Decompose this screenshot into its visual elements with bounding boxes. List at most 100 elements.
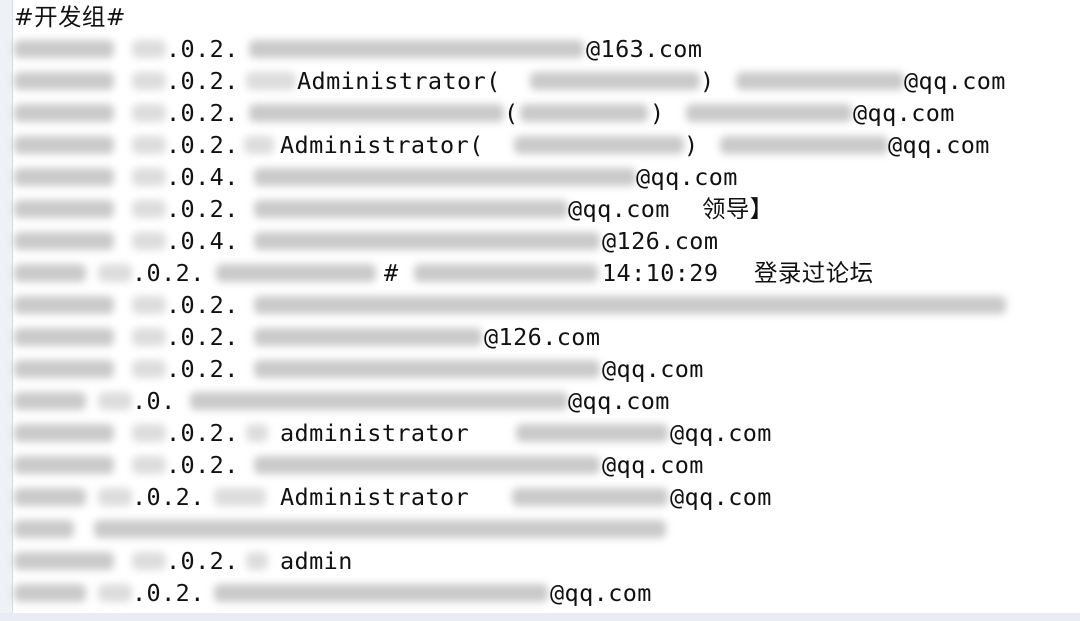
email-domain: @qq.com	[888, 131, 990, 159]
line-gutter	[0, 0, 13, 621]
redacted-ip-prefix	[132, 552, 166, 570]
redacted-ip-prefix	[132, 200, 166, 218]
redacted-content	[254, 296, 1006, 314]
redacted-ip-prefix	[132, 136, 166, 154]
ip-fragment: .0.2.	[166, 67, 239, 95]
redacted-alias	[514, 136, 684, 154]
redacted-user	[190, 392, 568, 410]
redacted-user	[214, 584, 548, 602]
redacted-ip-prefix	[98, 264, 132, 282]
redacted-name	[14, 264, 86, 282]
redacted-name	[14, 328, 114, 346]
redacted-name	[14, 584, 86, 602]
ip-fragment: .0.2.	[166, 195, 239, 223]
email-domain: @163.com	[586, 35, 703, 63]
email-domain: @126.com	[484, 323, 601, 351]
redacted-ip-prefix	[98, 392, 132, 410]
redacted-ip-prefix	[132, 232, 166, 250]
redacted-name	[14, 104, 114, 122]
redacted-user	[216, 264, 376, 282]
hash-marker: #	[384, 259, 399, 287]
redacted-ip-prefix	[132, 104, 166, 122]
user-text: Administrator(	[280, 131, 484, 159]
note-text: 登录过论坛	[754, 259, 874, 287]
redacted-ip-suffix	[244, 136, 274, 154]
ip-fragment: .0.2.	[166, 35, 239, 63]
redacted-email-user	[516, 424, 668, 442]
redacted-user	[254, 456, 600, 474]
redacted-email-user	[686, 104, 852, 122]
email-domain: @qq.com	[670, 483, 772, 511]
redacted-email-user	[720, 136, 888, 154]
note-text: 领导】	[702, 195, 774, 223]
ip-fragment: .0.2.	[166, 131, 239, 159]
email-domain: @qq.com	[602, 355, 704, 383]
redacted-user	[249, 104, 504, 122]
redacted-name	[14, 424, 114, 442]
redacted-name	[14, 392, 86, 410]
email-domain: @126.com	[602, 227, 719, 255]
redacted-user	[249, 40, 584, 58]
ip-fragment: .0.	[132, 387, 176, 415]
email-domain: @qq.com	[670, 419, 772, 447]
email-domain: @qq.com	[853, 99, 955, 127]
redacted-email-user	[736, 72, 904, 90]
group-title: #开发组#	[14, 3, 126, 31]
redacted-ip-prefix	[98, 488, 132, 506]
ip-fragment: .0.4.	[166, 163, 239, 191]
redacted-ip-prefix	[98, 584, 132, 602]
redacted-name	[14, 40, 114, 58]
redacted-ip-suffix	[214, 488, 266, 506]
redacted-alias	[530, 72, 700, 90]
redacted-ip-prefix	[132, 72, 166, 90]
user-text: administrator	[280, 419, 470, 447]
redacted-ip-prefix	[132, 360, 166, 378]
ip-fragment: .0.2.	[166, 451, 239, 479]
redacted-ip-prefix	[132, 456, 166, 474]
redacted-name	[14, 168, 114, 186]
paren-open: (	[504, 99, 519, 127]
ip-fragment: .0.2.	[166, 99, 239, 127]
redacted-user	[254, 360, 600, 378]
redacted-name	[14, 360, 114, 378]
user-text: admin	[280, 547, 353, 575]
ip-fragment: .0.4.	[166, 227, 239, 255]
ip-fragment: .0.2.	[166, 419, 239, 447]
redacted-name	[14, 296, 114, 314]
redacted-name	[14, 136, 114, 154]
redacted-email-user	[512, 488, 668, 506]
redacted-ip-prefix	[132, 40, 166, 58]
paren-close: )	[684, 131, 699, 159]
email-domain: @qq.com	[602, 451, 704, 479]
email-domain: @qq.com	[568, 195, 670, 223]
paren-close: )	[650, 99, 665, 127]
redacted-name	[14, 488, 86, 506]
redacted-ip-suffix	[246, 552, 268, 570]
redacted-user	[254, 200, 568, 218]
redacted-user	[254, 232, 600, 250]
horizontal-scrollbar[interactable]	[0, 613, 1080, 621]
ip-fragment: .0.2.	[166, 547, 239, 575]
user-text: Administrator(	[297, 67, 501, 95]
redacted-alias	[520, 104, 648, 122]
redacted-ip-prefix	[132, 168, 166, 186]
redacted-ip-prefix	[132, 296, 166, 314]
redacted-ip-prefix	[132, 328, 166, 346]
paren-close: )	[700, 67, 715, 95]
text-editor[interactable]: #开发组# .0.2. @163.com .0.2. Administrator…	[0, 0, 1080, 621]
ip-fragment: .0.2.	[166, 291, 239, 319]
redacted-name	[14, 72, 114, 90]
email-domain: @qq.com	[568, 387, 670, 415]
redacted-name	[14, 232, 114, 250]
email-domain: @qq.com	[550, 579, 652, 607]
ip-fragment: .0.2.	[132, 579, 205, 607]
redacted-ip-suffix	[246, 424, 268, 442]
ip-fragment: .0.2.	[132, 483, 205, 511]
ip-fragment: .0.2.	[132, 259, 205, 287]
ip-fragment: .0.2.	[166, 355, 239, 383]
redacted-user	[254, 168, 636, 186]
redacted-name	[14, 552, 114, 570]
redacted-content	[94, 520, 666, 538]
redacted-name	[14, 456, 114, 474]
redacted-name	[14, 200, 114, 218]
